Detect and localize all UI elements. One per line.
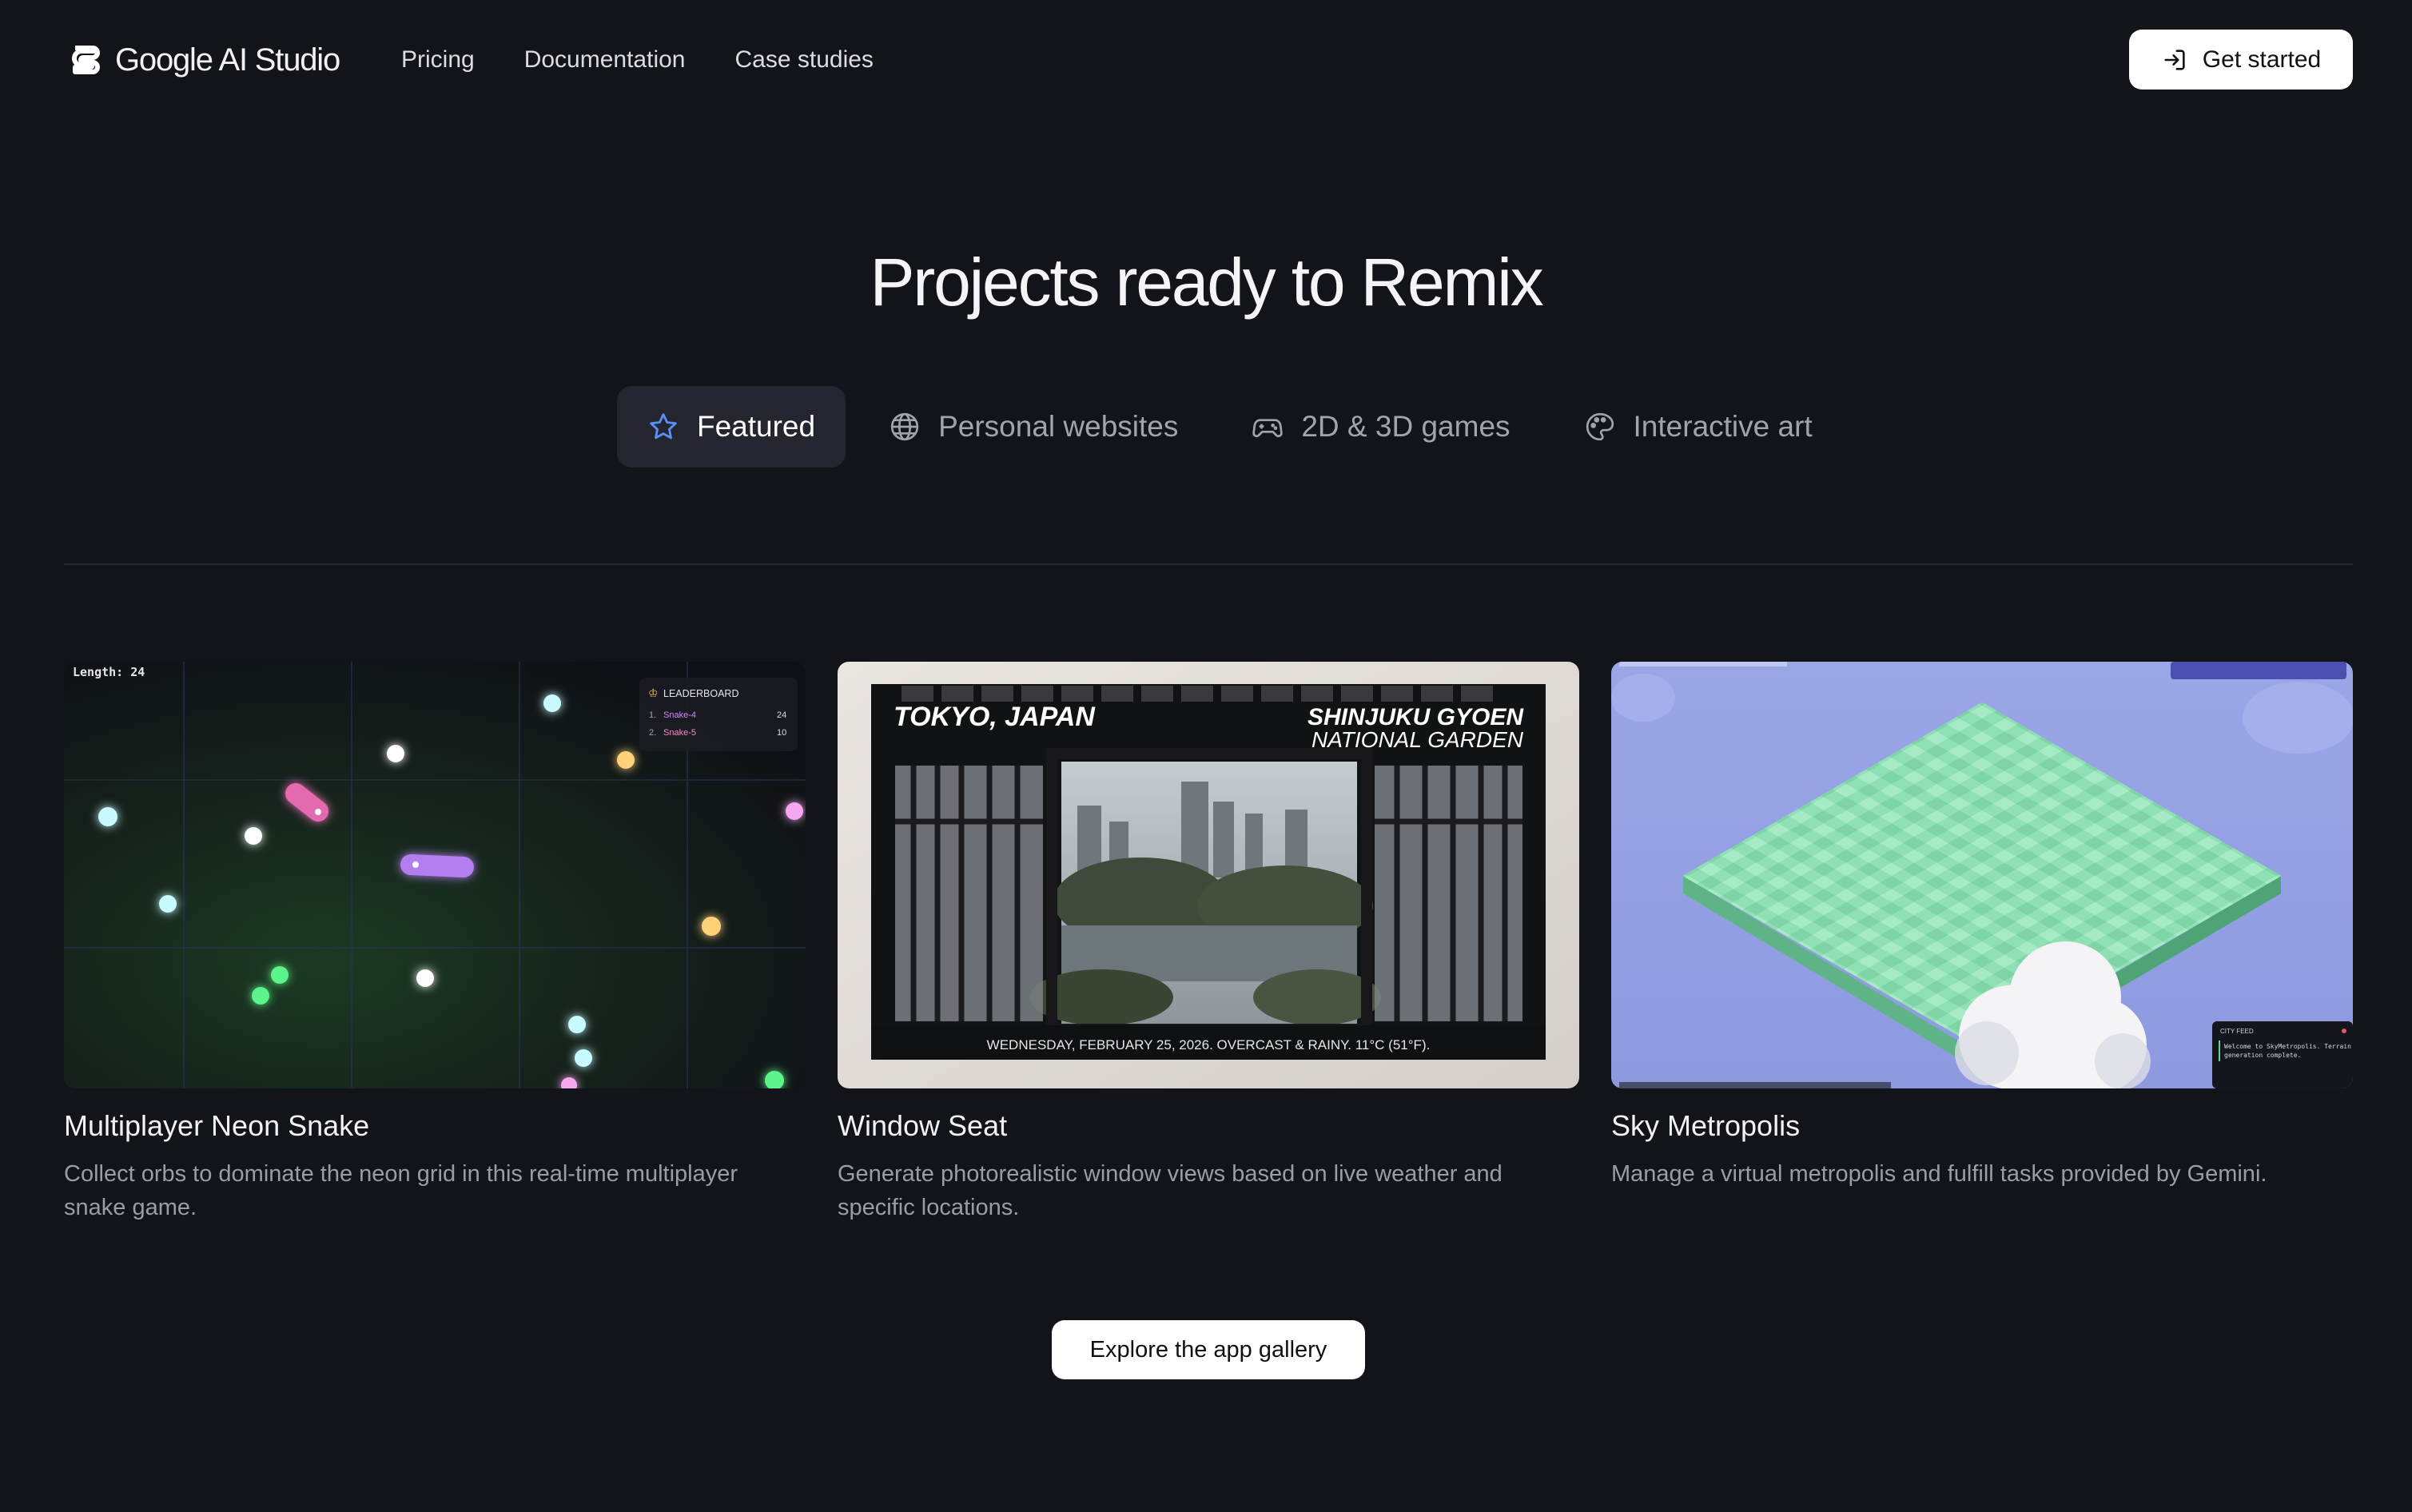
get-started-button[interactable]: Get started bbox=[2129, 30, 2353, 90]
leaderboard-name: Snake-5 bbox=[663, 728, 696, 738]
nav-link-pricing[interactable]: Pricing bbox=[401, 46, 475, 74]
globe-icon bbox=[890, 412, 919, 441]
brand-name: Google AI Studio bbox=[115, 42, 340, 78]
nav-links: Pricing Documentation Case studies bbox=[401, 42, 874, 78]
leaderboard-rank: 2. bbox=[649, 728, 656, 738]
place-label-2: NATIONAL GARDEN bbox=[1311, 727, 1524, 752]
tab-personal-websites-label: Personal websites bbox=[938, 410, 1179, 443]
city-feed-text-2: generation complete. bbox=[2224, 1052, 2301, 1059]
project-card-neon-snake[interactable]: Length: 24 ♔ LEADERBOARD 1. Snake-4 24 2… bbox=[64, 662, 806, 1224]
tab-interactive-art-label: Interactive art bbox=[1633, 410, 1813, 443]
city-label: TOKYO, JAPAN bbox=[894, 702, 1096, 732]
nav-link-documentation[interactable]: Documentation bbox=[524, 46, 686, 74]
tab-featured-label: Featured bbox=[697, 410, 816, 443]
project-card-window-seat[interactable]: TOKYO, JAPAN SHINJUKU GYOEN NATIONAL GAR… bbox=[838, 662, 1579, 1224]
tab-games[interactable]: 2D & 3D games bbox=[1221, 386, 1540, 468]
card-title: Multiplayer Neon Snake bbox=[64, 1109, 370, 1142]
project-card-sky-metropolis[interactable]: CITY FEED Welcome to SkyMetropolis. Terr… bbox=[1611, 662, 2353, 1191]
tab-games-label: 2D & 3D games bbox=[1301, 410, 1510, 443]
window-seat-thumbnail: TOKYO, JAPAN SHINJUKU GYOEN NATIONAL GAR… bbox=[838, 662, 1579, 1088]
window-seat-preview: TOKYO, JAPAN SHINJUKU GYOEN NATIONAL GAR… bbox=[838, 662, 1579, 1088]
neon-snake-preview: Length: 24 ♔ LEADERBOARD 1. Snake-4 24 2… bbox=[64, 662, 806, 1088]
trophy-icon: ♔ bbox=[648, 686, 659, 699]
category-tabs: Featured Personal websites 2D & 3D games… bbox=[617, 386, 1843, 468]
brand-logo[interactable]: Google AI Studio bbox=[69, 38, 340, 82]
leaderboard-score: 24 bbox=[777, 710, 786, 720]
card-description: Generate photorealistic window views bas… bbox=[838, 1161, 1503, 1220]
leaderboard-panel: ♔ LEADERBOARD 1. Snake-4 24 2. Snake-5 1… bbox=[639, 678, 798, 751]
card-description: Manage a virtual metropolis and fulfill … bbox=[1611, 1161, 2267, 1187]
star-icon bbox=[650, 413, 677, 440]
sign-in-icon bbox=[2164, 49, 2185, 70]
tab-personal-websites[interactable]: Personal websites bbox=[858, 386, 1208, 468]
leaderboard-score: 10 bbox=[777, 728, 786, 738]
city-feed-text-1: Welcome to SkyMetropolis. Terrain bbox=[2224, 1043, 2351, 1050]
get-started-label: Get started bbox=[2202, 46, 2322, 73]
ai-studio-logo-icon bbox=[72, 46, 100, 74]
card-title: Window Seat bbox=[838, 1109, 1008, 1142]
explore-app-gallery-button[interactable]: Explore the app gallery bbox=[1052, 1320, 1365, 1379]
nav-link-case-studies[interactable]: Case studies bbox=[735, 46, 874, 74]
leaderboard-rank: 1. bbox=[649, 710, 656, 720]
sky-metropolis-thumbnail: CITY FEED Welcome to SkyMetropolis. Terr… bbox=[1611, 662, 2353, 1088]
neon-snake-thumbnail: Length: 24 ♔ LEADERBOARD 1. Snake-4 24 2… bbox=[64, 662, 806, 1088]
sky-metropolis-preview: CITY FEED Welcome to SkyMetropolis. Terr… bbox=[1611, 662, 2353, 1088]
gamepad-icon bbox=[1252, 419, 1284, 438]
leaderboard-name: Snake-4 bbox=[663, 710, 696, 720]
card-description: Collect orbs to dominate the neon grid i… bbox=[64, 1161, 738, 1220]
tab-featured[interactable]: Featured bbox=[617, 386, 846, 468]
city-feed-panel: CITY FEED Welcome to SkyMetropolis. Terr… bbox=[2212, 1021, 2353, 1088]
tab-interactive-art[interactable]: Interactive art bbox=[1554, 386, 1843, 468]
card-title: Sky Metropolis bbox=[1611, 1109, 1801, 1142]
leaderboard-title: LEADERBOARD bbox=[663, 688, 738, 699]
city-feed-title: CITY FEED bbox=[2220, 1028, 2254, 1035]
snake-length-label: Length: 24 bbox=[73, 665, 145, 679]
section-divider bbox=[64, 563, 2353, 565]
top-nav: Google AI Studio Pricing Documentation C… bbox=[0, 0, 2412, 120]
page-title: Projects ready to Remix bbox=[870, 245, 1543, 320]
palette-icon bbox=[1586, 412, 1614, 441]
weather-footer: WEDNESDAY, FEBRUARY 25, 2026. OVERCAST &… bbox=[987, 1037, 1431, 1052]
